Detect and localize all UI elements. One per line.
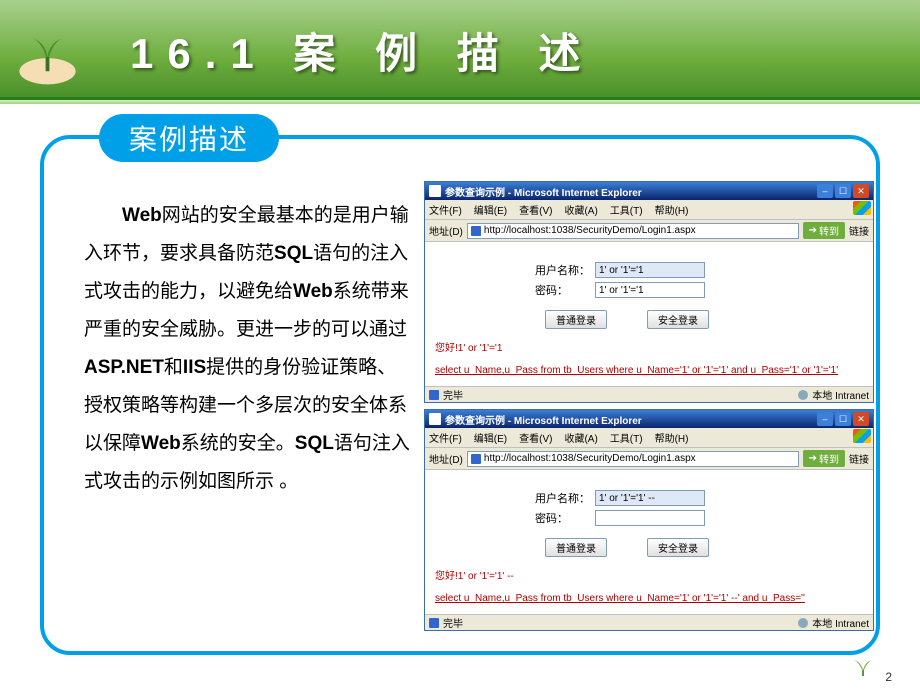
menu-help[interactable]: 帮助(H) — [655, 202, 689, 217]
menu-tools[interactable]: 工具(T) — [610, 202, 643, 217]
menu-favorites[interactable]: 收藏(A) — [564, 202, 597, 217]
ie-statusbar: 完毕 本地 Intranet — [425, 614, 873, 630]
url-text: http://localhost:1038/SecurityDemo/Login… — [484, 225, 696, 236]
ie-addressbar: 地址(D) http://localhost:1038/SecurityDemo… — [425, 220, 873, 242]
hands-sprout-image — [10, 15, 85, 90]
done-icon — [429, 390, 439, 400]
page-number: 2 — [885, 670, 892, 684]
ie-page-icon — [471, 454, 481, 464]
minimize-button[interactable]: – — [817, 412, 833, 426]
address-input[interactable]: http://localhost:1038/SecurityDemo/Login… — [467, 451, 799, 467]
windows-logo-icon — [853, 429, 871, 443]
menu-edit[interactable]: 编辑(E) — [474, 430, 507, 445]
links-label[interactable]: 链接 — [849, 451, 869, 466]
ie-content-area: 用户名称： 1' or '1'='1 密码： 1' or '1'='1 普通登录… — [425, 242, 873, 386]
zone-text: 本地 Intranet — [812, 387, 869, 402]
secure-login-button[interactable]: 安全登录 — [647, 538, 709, 557]
links-label[interactable]: 链接 — [849, 223, 869, 238]
close-button[interactable]: ✕ — [853, 184, 869, 198]
sprout-icon — [848, 648, 878, 678]
minimize-button[interactable]: – — [817, 184, 833, 198]
go-button[interactable]: ➔ 转到 — [803, 450, 845, 467]
screenshot-stack: 参数查询示例 - Microsoft Internet Explorer – ☐… — [424, 181, 874, 631]
url-text: http://localhost:1038/SecurityDemo/Login… — [484, 453, 696, 464]
zone-icon — [798, 390, 808, 400]
menu-help[interactable]: 帮助(H) — [655, 430, 689, 445]
ie-page-icon — [429, 185, 441, 197]
button-row: 普通登录 安全登录 — [435, 538, 863, 557]
menu-tools[interactable]: 工具(T) — [610, 430, 643, 445]
zone-icon — [798, 618, 808, 628]
password-input[interactable]: 1' or '1'='1 — [595, 282, 705, 298]
menu-view[interactable]: 查看(V) — [519, 202, 552, 217]
normal-login-button[interactable]: 普通登录 — [545, 538, 607, 557]
ie-statusbar: 完毕 本地 Intranet — [425, 386, 873, 402]
password-label: 密码： — [535, 282, 595, 298]
sql-output: select u_Name,u_Pass from tb_Users where… — [435, 364, 863, 378]
zone-text: 本地 Intranet — [812, 615, 869, 630]
username-input[interactable]: 1' or '1'='1' -- — [595, 490, 705, 506]
greeting-text: 您好!1' or '1'='1 — [435, 339, 863, 354]
address-label: 地址(D) — [429, 451, 463, 466]
password-row: 密码： 1' or '1'='1 — [435, 282, 863, 298]
ie-window-2: 参数查询示例 - Microsoft Internet Explorer – ☐… — [424, 409, 874, 631]
window-title: 参数查询示例 - Microsoft Internet Explorer — [445, 412, 815, 427]
address-label: 地址(D) — [429, 223, 463, 238]
username-row: 用户名称： 1' or '1'='1 — [435, 262, 863, 278]
content-frame: 案例描述 Web网站的安全最基本的是用户输入环节，要求具备防范SQL语句的注入式… — [40, 135, 880, 655]
sql-output: select u_Name,u_Pass from tb_Users where… — [435, 592, 863, 606]
ie-menubar: 文件(F) 编辑(E) 查看(V) 收藏(A) 工具(T) 帮助(H) — [425, 200, 873, 220]
greeting-text: 您好!1' or '1'='1' -- — [435, 567, 863, 582]
button-row: 普通登录 安全登录 — [435, 310, 863, 329]
done-icon — [429, 618, 439, 628]
close-button[interactable]: ✕ — [853, 412, 869, 426]
username-input[interactable]: 1' or '1'='1 — [595, 262, 705, 278]
normal-login-button[interactable]: 普通登录 — [545, 310, 607, 329]
ie-addressbar: 地址(D) http://localhost:1038/SecurityDemo… — [425, 448, 873, 470]
status-text: 完毕 — [443, 615, 463, 630]
maximize-button[interactable]: ☐ — [835, 184, 851, 198]
secure-login-button[interactable]: 安全登录 — [647, 310, 709, 329]
username-row: 用户名称： 1' or '1'='1' -- — [435, 490, 863, 506]
ie-menubar: 文件(F) 编辑(E) 查看(V) 收藏(A) 工具(T) 帮助(H) — [425, 428, 873, 448]
username-label: 用户名称： — [535, 262, 595, 278]
menu-file[interactable]: 文件(F) — [429, 202, 462, 217]
status-text: 完毕 — [443, 387, 463, 402]
ie-titlebar: 参数查询示例 - Microsoft Internet Explorer – ☐… — [425, 410, 873, 428]
password-label: 密码： — [535, 510, 595, 526]
ie-page-icon — [429, 413, 441, 425]
menu-edit[interactable]: 编辑(E) — [474, 202, 507, 217]
topic-pill: 案例描述 — [99, 114, 279, 162]
body-paragraph: Web网站的安全最基本的是用户输入环节，要求具备防范SQL语句的注入式攻击的能力… — [84, 197, 414, 501]
window-title: 参数查询示例 - Microsoft Internet Explorer — [445, 184, 815, 199]
maximize-button[interactable]: ☐ — [835, 412, 851, 426]
menu-favorites[interactable]: 收藏(A) — [564, 430, 597, 445]
ie-window-1: 参数查询示例 - Microsoft Internet Explorer – ☐… — [424, 181, 874, 403]
section-title: 16.1 案 例 描 述 — [130, 20, 594, 81]
banner-divider — [0, 100, 920, 104]
ie-page-icon — [471, 226, 481, 236]
menu-file[interactable]: 文件(F) — [429, 430, 462, 445]
windows-logo-icon — [853, 201, 871, 215]
ie-titlebar: 参数查询示例 - Microsoft Internet Explorer – ☐… — [425, 182, 873, 200]
username-label: 用户名称： — [535, 490, 595, 506]
ie-content-area: 用户名称： 1' or '1'='1' -- 密码： 普通登录 安全登录 您好!… — [425, 470, 873, 614]
address-input[interactable]: http://localhost:1038/SecurityDemo/Login… — [467, 223, 799, 239]
password-input[interactable] — [595, 510, 705, 526]
slide-header: 16.1 案 例 描 述 — [0, 0, 920, 100]
password-row: 密码： — [435, 510, 863, 526]
go-button[interactable]: ➔ 转到 — [803, 222, 845, 239]
menu-view[interactable]: 查看(V) — [519, 430, 552, 445]
